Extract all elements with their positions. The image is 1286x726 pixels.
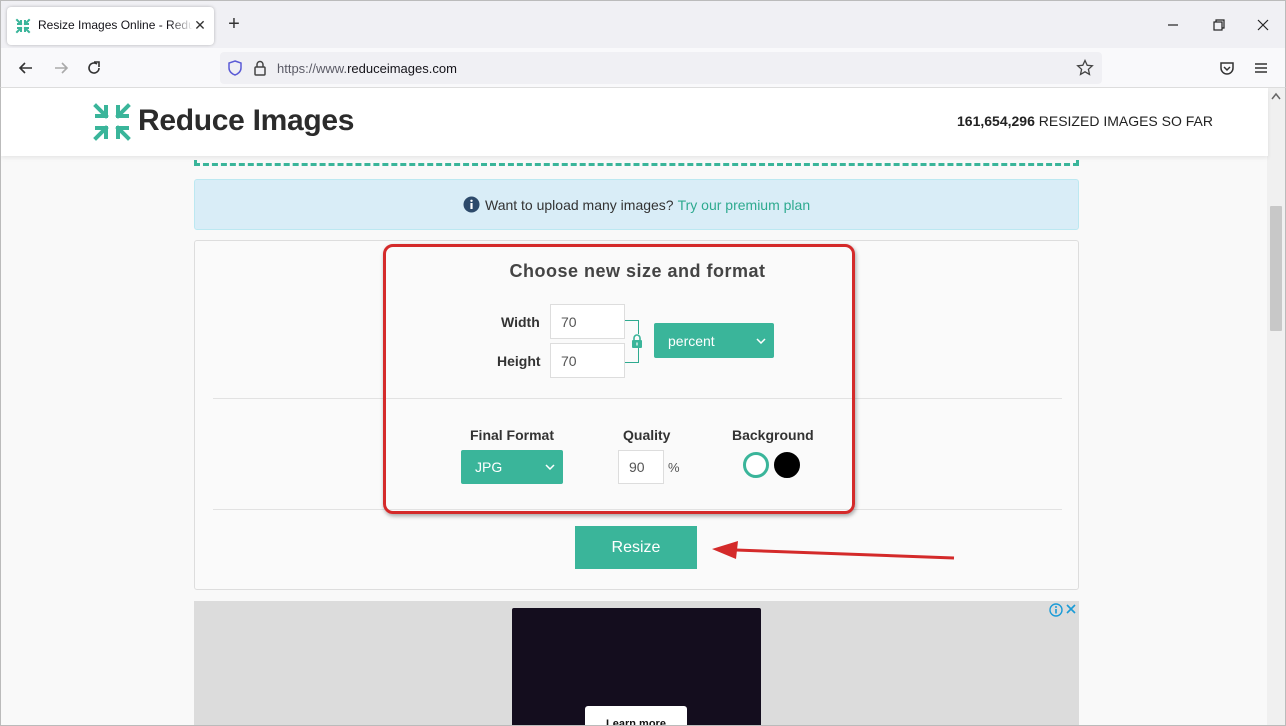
tracking-shield-icon[interactable] [226, 59, 244, 77]
pocket-icon[interactable] [1217, 58, 1237, 78]
forward-arrow-icon[interactable] [51, 58, 71, 78]
new-tab-icon[interactable]: + [225, 14, 243, 34]
page-viewport: Reduce Images 161,654,296 RESIZED IMAGES… [0, 88, 1286, 726]
bookmark-star-icon[interactable] [1076, 59, 1094, 77]
browser-tab[interactable]: Resize Images Online - Reduce Images ✕ [7, 7, 214, 45]
learn-more-button[interactable]: Learn more [585, 706, 687, 725]
back-arrow-icon[interactable] [16, 58, 36, 78]
url-text: https://www.reduceimages.com [277, 61, 457, 76]
background-black-option[interactable] [774, 452, 800, 478]
vertical-scrollbar[interactable] [1267, 88, 1285, 725]
reload-icon[interactable] [84, 58, 104, 78]
advertisement: Learn more [194, 601, 1079, 725]
reduce-images-favicon-icon [15, 18, 31, 34]
restore-icon[interactable] [1209, 15, 1229, 35]
height-input[interactable] [550, 343, 625, 378]
final-format-value: JPG [475, 459, 503, 475]
minimize-icon[interactable] [1163, 15, 1183, 35]
info-icon [463, 196, 480, 213]
site-header: Reduce Images 161,654,296 RESIZED IMAGES… [1, 88, 1268, 156]
annotation-arrow-icon [712, 541, 955, 560]
address-bar[interactable]: https://www.reduceimages.com [220, 52, 1102, 84]
ad-choices-icon[interactable] [1048, 602, 1078, 618]
unit-select-value: percent [668, 332, 715, 349]
options-title: Choose new size and format [509, 261, 766, 281]
final-format-label: Final Format [470, 427, 555, 443]
quality-label: Quality [623, 427, 671, 443]
height-label: Height [497, 353, 541, 369]
counter-number: 161,654,296 [957, 113, 1035, 129]
counter-label: RESIZED IMAGES SO FAR [1038, 113, 1214, 129]
background-label: Background [732, 427, 814, 443]
chevron-down-icon [756, 337, 766, 344]
tab-close-icon[interactable]: ✕ [192, 17, 208, 33]
chevron-down-icon [545, 464, 555, 470]
divider [213, 398, 1062, 399]
ad-video[interactable]: Learn more [512, 608, 761, 725]
final-format-select[interactable]: JPG [461, 450, 563, 484]
compress-arrows-logo-icon[interactable] [92, 102, 132, 142]
width-label: Width [501, 314, 540, 330]
scroll-up-arrow-icon[interactable] [1271, 92, 1281, 100]
resize-button[interactable]: Resize [575, 526, 697, 569]
scrollbar-thumb[interactable] [1270, 206, 1282, 331]
premium-plan-link[interactable]: Try our premium plan [678, 197, 811, 213]
info-text: Want to upload many images? Try our premi… [485, 197, 811, 213]
window-close-icon[interactable] [1253, 15, 1273, 35]
padlock-icon[interactable] [252, 59, 268, 77]
width-input[interactable] [550, 304, 625, 339]
quality-percent-sign: % [668, 460, 680, 475]
unit-select[interactable]: percent [654, 323, 774, 358]
divider [213, 509, 1062, 510]
tab-title: Resize Images Online - Reduce Images [38, 18, 193, 32]
quality-input[interactable] [618, 450, 664, 484]
background-white-option[interactable] [743, 452, 769, 478]
hamburger-menu-icon[interactable] [1251, 58, 1271, 78]
aspect-lock-icon[interactable] [631, 334, 643, 348]
site-logo-text[interactable]: Reduce Images [138, 104, 355, 138]
browser-tab-bar: Resize Images Online - Reduce Images ✕ + [0, 0, 1286, 48]
browser-navigation-bar: https://www.reduceimages.com [0, 48, 1286, 88]
resized-images-counter: 161,654,296 RESIZED IMAGES SO FAR [957, 113, 1213, 129]
info-alert: Want to upload many images? Try our premi… [194, 179, 1079, 230]
